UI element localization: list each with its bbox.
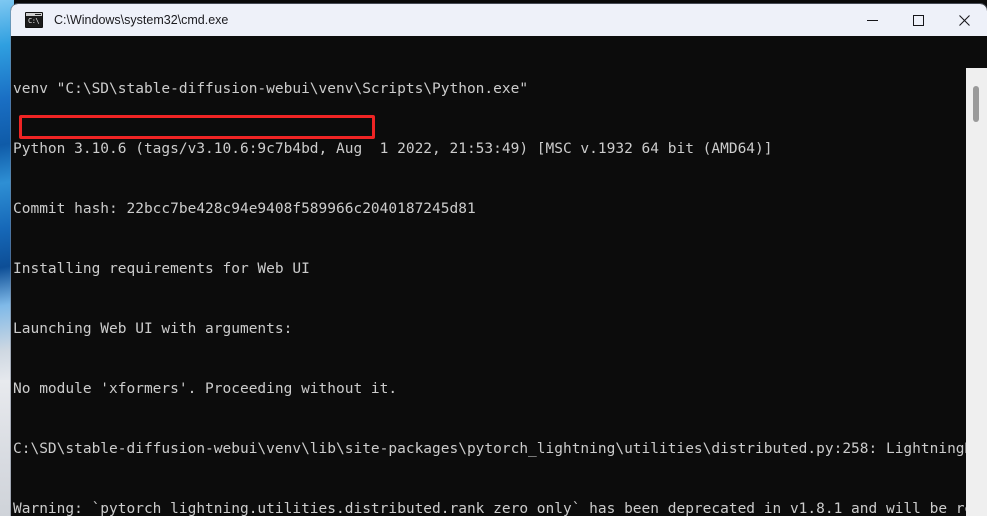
- close-button[interactable]: [941, 4, 987, 36]
- scrollbar-thumb[interactable]: [973, 86, 979, 122]
- console-line: C:\SD\stable-diffusion-webui\venv\lib\si…: [13, 441, 966, 457]
- console-line: Commit hash: 22bcc7be428c94e9408f589966c…: [13, 201, 476, 217]
- icon-prompt-text: C:\: [28, 17, 40, 25]
- console-line: Launching Web UI with arguments:: [13, 321, 293, 337]
- terminal-output-area[interactable]: venv "C:\SD\stable-diffusion-webui\venv\…: [11, 36, 987, 516]
- console-line: Warning: `pytorch_lightning.utilities.di…: [13, 501, 966, 516]
- maximize-button[interactable]: [895, 4, 941, 36]
- window-controls: [849, 4, 987, 36]
- cmd-console-icon: C:\: [25, 12, 43, 28]
- console-line: Python 3.10.6 (tags/v3.10.6:9c7b4bd, Aug…: [13, 141, 773, 157]
- window-titlebar[interactable]: C:\ C:\Windows\system32\cmd.exe: [11, 4, 987, 37]
- window-title: C:\Windows\system32\cmd.exe: [54, 13, 229, 27]
- icon-titlebar-stripe: [26, 13, 42, 16]
- console-line: venv "C:\SD\stable-diffusion-webui\venv\…: [13, 81, 529, 97]
- console-text: venv "C:\SD\stable-diffusion-webui\venv\…: [13, 39, 966, 516]
- console-line-xformers-warning: No module 'xformers'. Proceeding without…: [13, 381, 398, 397]
- terminal-scrollbar[interactable]: [966, 68, 987, 516]
- cmd-window: C:\ C:\Windows\system32\cmd.exe venv "C:…: [11, 4, 987, 516]
- console-line: Installing requirements for Web UI: [13, 261, 310, 277]
- minimize-button[interactable]: [849, 4, 895, 36]
